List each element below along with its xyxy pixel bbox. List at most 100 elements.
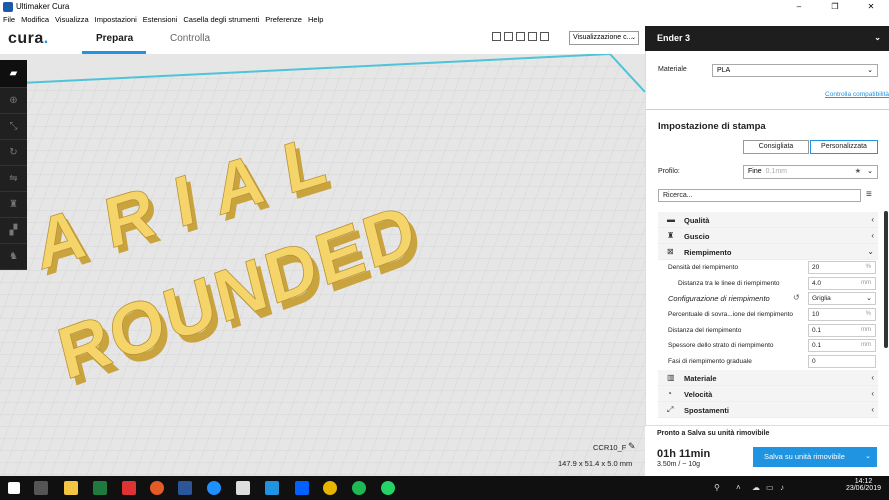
chevron-left-icon: ‹ bbox=[871, 372, 874, 382]
menu-preferenze[interactable]: Preferenze bbox=[262, 15, 305, 24]
infill-pattern-select[interactable]: Griglia ⌄ bbox=[808, 292, 876, 306]
move-tool-icon[interactable]: ⊕ bbox=[0, 88, 27, 114]
star-icon[interactable]: ★ bbox=[855, 167, 861, 175]
store-icon[interactable] bbox=[122, 481, 136, 495]
mail-icon[interactable] bbox=[236, 481, 250, 495]
mirror-tool-icon[interactable]: ⇋ bbox=[0, 166, 27, 192]
category-infill[interactable]: ⊠ Riempimento ⌄ bbox=[658, 244, 878, 260]
chrome-icon[interactable] bbox=[323, 481, 337, 495]
system-clock[interactable]: 14:12 23/06/2019 bbox=[846, 478, 881, 492]
scale-tool-icon[interactable]: ⤡ bbox=[0, 114, 27, 140]
infill-density-field[interactable]: 20% bbox=[808, 261, 876, 274]
category-speed[interactable]: ◔ Velocità ‹ bbox=[658, 385, 878, 402]
divider bbox=[646, 109, 889, 110]
category-shell[interactable]: ♜ Guscio ‹ bbox=[658, 228, 878, 244]
excel-icon[interactable] bbox=[93, 481, 107, 495]
menu-casella-strumenti[interactable]: Casella degli strumenti bbox=[180, 15, 262, 24]
chevron-down-icon: ⌄ bbox=[867, 247, 874, 256]
infill-icon: ⊠ bbox=[667, 247, 674, 256]
network-icon[interactable]: ▭ bbox=[766, 483, 774, 492]
speed-icon: ◔ bbox=[667, 388, 672, 398]
maximize-button[interactable]: ❐ bbox=[817, 0, 853, 13]
category-quality[interactable]: ▬ Qualità ‹ bbox=[658, 212, 878, 228]
menu-visualizza[interactable]: Visualizza bbox=[52, 15, 92, 24]
menu-modifica[interactable]: Modifica bbox=[18, 15, 52, 24]
setting-infill-overlap: Percentuale di sovra...ione del riempime… bbox=[658, 307, 878, 323]
file-explorer-icon[interactable] bbox=[64, 481, 78, 495]
profile-label: Profilo: bbox=[658, 168, 680, 175]
recommended-mode-button[interactable]: Consigliata bbox=[743, 140, 809, 154]
print-setup-title: Impostazione di stampa bbox=[658, 121, 766, 132]
settings-list: ▬ Qualità ‹ ♜ Guscio ‹ ⊠ Riempimento ⌄ D… bbox=[658, 212, 878, 418]
setting-gradual-infill-steps: Fasi di riempimento graduale 0 bbox=[658, 354, 878, 370]
dropbox-icon[interactable] bbox=[295, 481, 309, 495]
reset-icon[interactable]: ↺ bbox=[793, 293, 800, 302]
material-select[interactable]: PLA ⌄ bbox=[712, 64, 878, 77]
setting-infill-wipe-distance: Distanza del riempimento 0.1 mm bbox=[658, 323, 878, 339]
tab-controlla[interactable]: Controlla bbox=[170, 33, 210, 44]
view-left-icon[interactable] bbox=[528, 32, 537, 41]
open-file-icon[interactable]: ▰ bbox=[0, 60, 27, 88]
menu-help[interactable]: Help bbox=[305, 15, 326, 24]
view-right-icon[interactable] bbox=[540, 32, 549, 41]
settings-search-input[interactable]: Ricerca... bbox=[658, 189, 861, 202]
view-mode-select[interactable]: Visualizzazione c... ⌄ bbox=[569, 31, 639, 45]
chevron-down-icon: ⌄ bbox=[865, 453, 871, 460]
category-travel[interactable]: ⤢ Spostamenti ‹ bbox=[658, 401, 878, 418]
chevron-down-icon: ⌄ bbox=[630, 35, 636, 41]
start-icon[interactable] bbox=[8, 482, 20, 494]
edge-icon[interactable] bbox=[207, 481, 221, 495]
windows-taskbar: ⚲ ˄ ☁ ▭ ♪ 14:12 23/06/2019 bbox=[0, 476, 889, 500]
edit-name-icon[interactable]: ✎ bbox=[628, 441, 636, 452]
menu-estensioni[interactable]: Estensioni bbox=[140, 15, 181, 24]
custom-mode-button[interactable]: Personalizzata bbox=[810, 140, 878, 154]
close-button[interactable]: ✕ bbox=[853, 0, 889, 13]
volume-icon[interactable]: ♪ bbox=[780, 483, 784, 492]
gradual-infill-steps-field[interactable]: 0 bbox=[808, 355, 876, 369]
task-view-icon[interactable] bbox=[34, 481, 48, 495]
build-plate-scene: ARIAL ARIAL ROUNDED ROUNDED bbox=[0, 54, 645, 476]
material-icon: ▥ bbox=[667, 372, 675, 382]
minimize-button[interactable]: – bbox=[781, 0, 817, 13]
menu-file[interactable]: File bbox=[0, 15, 18, 24]
cura-window: Ultimaker Cura – ❐ ✕ File Modifica Visua… bbox=[0, 0, 889, 500]
object-name: CCR10_F bbox=[593, 443, 627, 452]
view-3d-icon[interactable] bbox=[492, 32, 501, 41]
infill-layer-thickness-field[interactable]: 0.1 mm bbox=[808, 339, 876, 353]
build-plate-viewport[interactable]: ARIAL ARIAL ROUNDED ROUNDED bbox=[0, 54, 645, 476]
chevron-left-icon: ‹ bbox=[871, 388, 874, 398]
category-material[interactable]: ▥ Materiale ‹ bbox=[658, 369, 878, 386]
infill-line-distance-field[interactable]: 4.0 mm bbox=[808, 276, 876, 290]
office-icon[interactable] bbox=[150, 481, 164, 495]
printer-selector[interactable]: Ender 3 ⌄ bbox=[645, 26, 889, 51]
word-icon[interactable] bbox=[178, 481, 192, 495]
extra-tool-icon[interactable]: ♞ bbox=[0, 244, 27, 270]
chevron-left-icon: ‹ bbox=[871, 215, 874, 224]
save-to-removable-button[interactable]: Salva su unità rimovibile ⌄ bbox=[753, 447, 877, 467]
cura-taskbar-icon[interactable] bbox=[265, 481, 279, 495]
infill-overlap-field[interactable]: 10% bbox=[808, 308, 876, 322]
spotify-icon[interactable] bbox=[352, 481, 366, 495]
support-blocker-icon[interactable]: ▞ bbox=[0, 218, 27, 244]
setting-infill-pattern: Configurazione di riempimento ↺ Griglia ⌄ bbox=[658, 291, 878, 307]
tab-prepara[interactable]: Prepara bbox=[96, 33, 133, 44]
onedrive-icon[interactable]: ☁ bbox=[752, 483, 760, 492]
profile-select[interactable]: Fine 0.1mm ★ ⌄ bbox=[743, 165, 878, 179]
left-toolbar: ▰ ⊕ ⤡ ↻ ⇋ ♜ ▞ ♞ bbox=[0, 60, 27, 270]
whatsapp-icon[interactable] bbox=[381, 481, 395, 495]
material-usage: 3.50m / ~ 10g bbox=[657, 461, 701, 468]
settings-scrollbar[interactable] bbox=[884, 211, 888, 348]
rotate-tool-icon[interactable]: ↻ bbox=[0, 140, 27, 166]
compatibility-link[interactable]: Controlla compatibilità bbox=[825, 91, 889, 98]
infill-wipe-distance-field[interactable]: 0.1 mm bbox=[808, 323, 876, 337]
people-icon[interactable]: ⚲ bbox=[714, 483, 720, 492]
view-top-icon[interactable] bbox=[516, 32, 525, 41]
per-model-settings-icon[interactable]: ♜ bbox=[0, 192, 27, 218]
title-bar: Ultimaker Cura – ❐ ✕ bbox=[0, 0, 889, 13]
window-controls: – ❐ ✕ bbox=[781, 0, 889, 13]
menu-impostazioni[interactable]: Impostazioni bbox=[92, 15, 140, 24]
setting-infill-density: Densità del riempimento 20% bbox=[658, 260, 878, 276]
tray-expand-icon[interactable]: ˄ bbox=[736, 483, 741, 492]
settings-menu-icon[interactable]: ≡ bbox=[866, 189, 872, 200]
view-front-icon[interactable] bbox=[504, 32, 513, 41]
